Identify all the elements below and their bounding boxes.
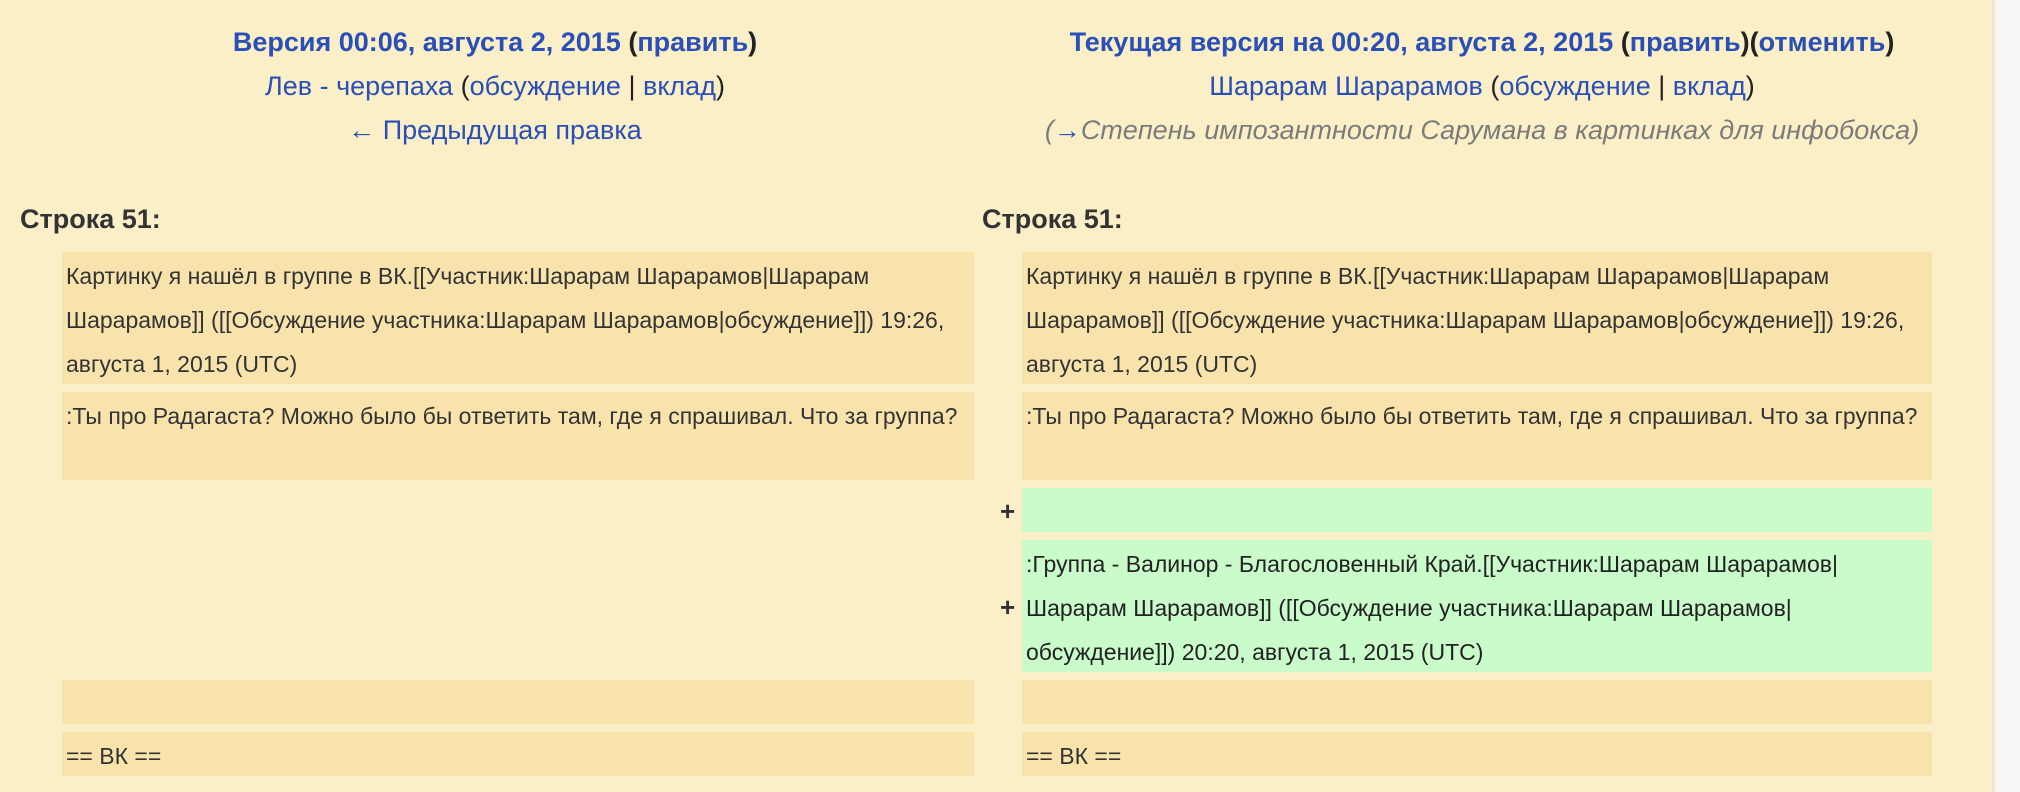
diff-added-marker-2: +: [1000, 592, 1016, 622]
scrollbar-track[interactable]: [1996, 0, 2020, 792]
diff-context-right-1: Картинку я нашёл в группе в ВК.[[Участни…: [1022, 252, 1932, 384]
old-user-contrib-link[interactable]: вклад: [643, 71, 716, 101]
diff-added-line-2: :Группа - Валинор - Благословенный Край.…: [1022, 540, 1932, 672]
current-user-link[interactable]: Шарарам Шарарамов: [1209, 71, 1483, 101]
line-number-left: Строка 51:: [20, 204, 161, 234]
section-anchor-link[interactable]: →: [1054, 115, 1081, 145]
old-user-talk-link[interactable]: обсуждение: [470, 71, 621, 101]
old-edit-link[interactable]: править: [637, 27, 748, 57]
current-revision-header: Текущая версия на 00:20, августа 2, 2015…: [982, 20, 1982, 152]
previous-edit-link[interactable]: ← Предыдущая правка: [348, 115, 642, 145]
diff-context-left-4: == ВК ==: [62, 732, 974, 776]
old-revision-header: Версия 00:06, августа 2, 2015 (править) …: [232, 27, 758, 145]
current-revision-title-link[interactable]: Текущая версия на 00:20, августа 2, 2015: [1070, 27, 1614, 57]
old-separator: |: [628, 71, 636, 101]
diff-context-left-2: :Ты про Радагаста? Можно было бы ответит…: [62, 392, 974, 480]
diff-added-line-1: [1022, 488, 1932, 532]
diff-context-right-4: == ВК ==: [1022, 732, 1932, 776]
line-number-right: Строка 51:: [982, 204, 1123, 234]
current-separator: |: [1658, 71, 1666, 101]
edit-summary: (→Степень импозантности Сарумана в карти…: [1044, 115, 1920, 145]
diff-context-left-3: [62, 680, 974, 724]
current-user-talk-link[interactable]: обсуждение: [1499, 71, 1650, 101]
old-revision-title-link[interactable]: Версия 00:06, августа 2, 2015: [233, 27, 621, 57]
edit-summary-text: Степень импозантности Сарумана в картинк…: [1080, 115, 1911, 145]
diff-context-right-2: :Ты про Радагаста? Можно было бы ответит…: [1022, 392, 1932, 480]
old-user-link[interactable]: Лев - черепаха: [265, 71, 453, 101]
diff-added-marker-1: +: [1000, 496, 1016, 526]
undo-link[interactable]: отменить: [1759, 27, 1886, 57]
current-edit-link[interactable]: править: [1630, 27, 1741, 57]
vertical-scrollbar[interactable]: [1992, 0, 2020, 792]
current-user-contrib-link[interactable]: вклад: [1673, 71, 1746, 101]
diff-context-right-3: [1022, 680, 1932, 724]
diff-context-left-1: Картинку я нашёл в группе в ВК.[[Участни…: [62, 252, 974, 384]
